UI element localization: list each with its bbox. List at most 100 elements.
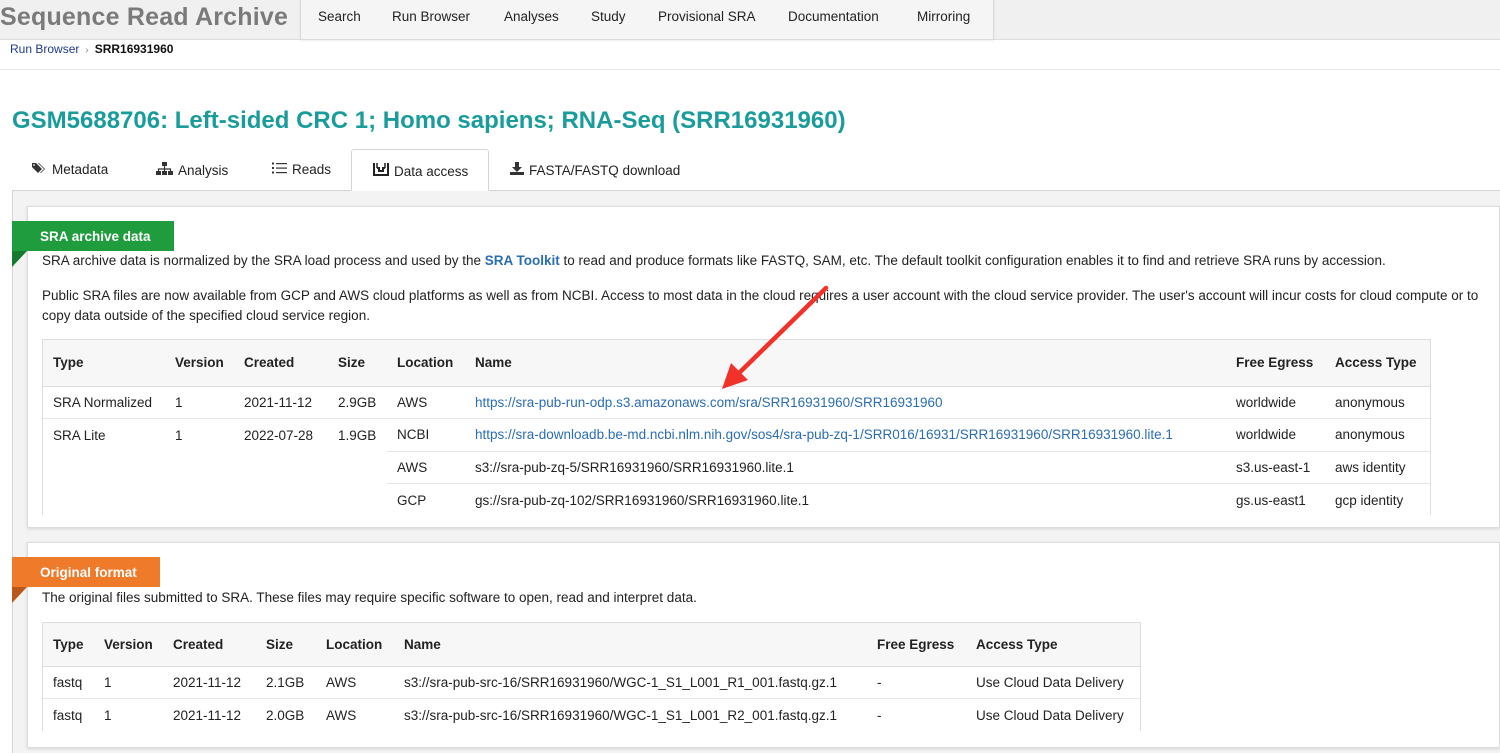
- nav-analyses[interactable]: Analyses: [504, 9, 559, 24]
- cell-type: fastq: [43, 698, 94, 731]
- cell-access: anonymous: [1325, 418, 1430, 451]
- col-version: Version: [165, 340, 234, 387]
- cell-created: 2021-11-12: [234, 385, 328, 419]
- nav-run-browser[interactable]: Run Browser: [392, 9, 470, 24]
- sra-files-table: Type Version Created Size Location Name …: [43, 340, 1430, 516]
- cell-created: 2021-11-12: [163, 698, 256, 731]
- cell-location: AWS: [387, 450, 465, 484]
- cell-egress: worldwide: [1226, 385, 1325, 419]
- cell-version: [165, 484, 234, 517]
- cell-location: AWS: [316, 665, 394, 699]
- tab-analysis[interactable]: Analysis: [156, 149, 228, 191]
- cell-egress: worldwide: [1226, 418, 1325, 451]
- nav-search[interactable]: Search: [318, 9, 361, 24]
- tab-metadata-label: Metadata: [52, 162, 109, 177]
- cell-egress: gs.us-east1: [1226, 483, 1325, 516]
- cell-name-link[interactable]: https://sra-pub-run-odp.s3.amazonaws.com…: [465, 385, 1226, 419]
- cell-type: SRA Lite: [43, 418, 165, 451]
- col-size: Size: [256, 623, 316, 667]
- sra-archive-ribbon: SRA archive data: [12, 221, 174, 251]
- breadcrumb: Run Browser › SRR16931960: [10, 42, 173, 56]
- download-icon: [510, 162, 524, 178]
- cell-version: 1: [165, 418, 234, 451]
- original-files-table: Type Version Created Size Location Name …: [43, 623, 1140, 731]
- tab-reads-label: Reads: [292, 162, 332, 177]
- cell-version: 1: [94, 665, 163, 699]
- table-row: fastq 1 2021-11-12 2.1GB AWS s3://sra-pu…: [43, 665, 1140, 699]
- cell-location: NCBI: [387, 418, 465, 451]
- cell-created: 2021-11-12: [163, 665, 256, 699]
- table-header-row: Type Version Created Size Location Name …: [43, 340, 1430, 387]
- tab-data-access[interactable]: Data access: [351, 149, 489, 191]
- cell-size: [328, 484, 387, 517]
- cell-access: aws identity: [1325, 450, 1430, 484]
- tab-bar: Metadata Analysis Reads Data access FAST…: [12, 149, 1500, 191]
- breadcrumb-separator-icon: ›: [85, 45, 89, 56]
- col-free-egress: Free Egress: [1226, 340, 1325, 387]
- col-location: Location: [316, 623, 394, 667]
- cell-egress: -: [867, 665, 966, 699]
- cell-version: 1: [165, 385, 234, 419]
- tab-fasta-fastq-download[interactable]: FASTA/FASTQ download: [510, 149, 680, 191]
- original-format-ribbon: Original format: [12, 557, 160, 587]
- cell-egress: s3.us-east-1: [1226, 450, 1325, 484]
- cell-access: Use Cloud Data Delivery: [966, 665, 1140, 699]
- nav-provisional-sra[interactable]: Provisional SRA: [658, 9, 756, 24]
- list-icon: [272, 162, 287, 177]
- table-row: GCP gs://sra-pub-zq-102/SRR16931960/SRR1…: [43, 483, 1430, 517]
- col-location: Location: [387, 340, 465, 387]
- page-title: GSM5688706: Left-sided CRC 1; Homo sapie…: [12, 107, 846, 134]
- breadcrumb-run-browser[interactable]: Run Browser: [10, 42, 79, 56]
- sra-toolkit-link[interactable]: SRA Toolkit: [485, 253, 560, 268]
- cell-created: [234, 451, 328, 484]
- col-access-type: Access Type: [966, 623, 1140, 667]
- cell-name: s3://sra-pub-src-16/SRR16931960/WGC-1_S1…: [394, 665, 867, 699]
- cell-version: [165, 451, 234, 484]
- nav-mirroring[interactable]: Mirroring: [917, 9, 970, 24]
- tab-metadata[interactable]: Metadata: [32, 149, 108, 191]
- table-header-row: Type Version Created Size Location Name …: [43, 623, 1140, 667]
- sra-archive-desc-post: to read and produce formats like FASTQ, …: [559, 253, 1386, 268]
- cell-name: s3://sra-pub-zq-5/SRR16931960/SRR1693196…: [465, 450, 1226, 484]
- cell-location: AWS: [387, 385, 465, 419]
- app-title[interactable]: Sequence Read Archive: [0, 3, 288, 32]
- sra-archive-description: SRA archive data is normalized by the SR…: [42, 251, 1482, 271]
- cell-size: [328, 451, 387, 484]
- tab-fasta-fastq-download-label: FASTA/FASTQ download: [529, 163, 681, 178]
- original-format-description: The original files submitted to SRA. The…: [42, 590, 697, 605]
- cell-egress: -: [867, 698, 966, 731]
- col-name: Name: [465, 340, 1226, 387]
- col-created: Created: [163, 623, 256, 667]
- nav-study[interactable]: Study: [591, 9, 626, 24]
- cell-name-link[interactable]: https://sra-downloadb.be-md.ncbi.nlm.nih…: [465, 418, 1226, 451]
- col-access-type: Access Type: [1325, 340, 1430, 387]
- cell-access: gcp identity: [1325, 483, 1430, 516]
- cell-size: 2.1GB: [256, 665, 316, 699]
- cell-type: SRA Normalized: [43, 385, 165, 419]
- col-created: Created: [234, 340, 328, 387]
- cell-location: GCP: [387, 483, 465, 516]
- table-row: SRA Lite 1 2022-07-28 1.9GB NCBI https:/…: [43, 418, 1430, 451]
- cell-type: [43, 484, 165, 517]
- breadcrumb-divider: [0, 69, 1500, 70]
- col-name: Name: [394, 623, 867, 667]
- nav-documentation[interactable]: Documentation: [788, 9, 879, 24]
- table-row: AWS s3://sra-pub-zq-5/SRR16931960/SRR169…: [43, 450, 1430, 484]
- sitemap-icon: [156, 162, 173, 178]
- ribbon-fold: [12, 587, 27, 603]
- col-type: Type: [43, 340, 165, 387]
- cell-type: [43, 451, 165, 484]
- table-row: SRA Normalized 1 2021-11-12 2.9GB AWS ht…: [43, 385, 1430, 419]
- tab-analysis-label: Analysis: [178, 163, 229, 178]
- main-nav: Search Run Browser Analyses Study Provis…: [300, 0, 994, 40]
- top-header: Sequence Read Archive Search Run Browser…: [0, 0, 1500, 40]
- cell-size: 1.9GB: [328, 418, 387, 451]
- cell-access: anonymous: [1325, 385, 1430, 419]
- cell-created: [234, 484, 328, 517]
- cell-created: 2022-07-28: [234, 418, 328, 451]
- col-type: Type: [43, 623, 94, 667]
- cell-location: AWS: [316, 698, 394, 731]
- tab-reads[interactable]: Reads: [272, 149, 331, 191]
- sra-archive-desc-pre: SRA archive data is normalized by the SR…: [42, 253, 485, 268]
- ribbon-fold: [12, 251, 27, 267]
